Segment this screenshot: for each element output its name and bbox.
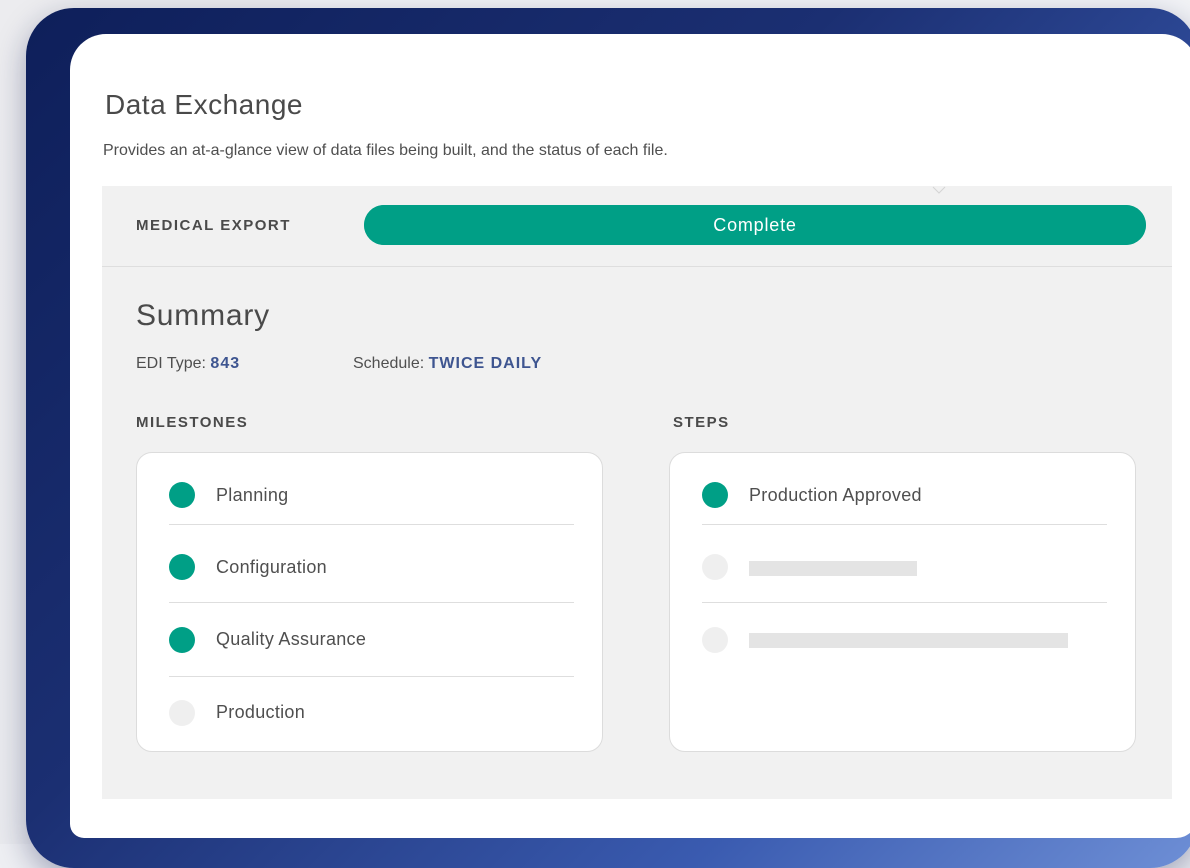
milestone-label: Production	[216, 702, 306, 722]
chevron-down-icon[interactable]	[932, 186, 946, 194]
status-label: Complete	[713, 215, 797, 235]
schedule: Schedule: TWICE DAILY	[353, 355, 542, 373]
edi-type: EDI Type: 843	[136, 355, 240, 373]
schedule-value: TWICE DAILY	[428, 355, 543, 372]
milestone-label: Configuration	[216, 557, 327, 577]
summary-title: Summary	[136, 299, 270, 332]
status-dot-icon	[169, 627, 195, 653]
milestone-item: Planning	[169, 453, 574, 525]
milestone-item: Configuration	[169, 531, 574, 603]
milestones-card: Planning Configuration Quality Assurance…	[136, 452, 603, 752]
status-dot-icon	[169, 482, 195, 508]
edi-type-label: EDI Type:	[136, 355, 206, 372]
device-frame: Data Exchange Provides an at-a-glance vi…	[26, 8, 1190, 868]
loading-placeholder	[749, 633, 1068, 648]
step-label: Production Approved	[749, 485, 922, 505]
step-item	[702, 605, 1107, 677]
milestone-label: Quality Assurance	[216, 629, 367, 649]
steps-heading: STEPS	[673, 414, 730, 431]
status-dot-icon	[702, 627, 728, 653]
schedule-label: Schedule:	[353, 355, 425, 372]
edi-type-value: 843	[210, 355, 241, 372]
step-item: Production Approved	[702, 453, 1107, 525]
export-label: MEDICAL EXPORT	[136, 217, 291, 234]
status-dot-icon	[169, 554, 195, 580]
status-progress-bar[interactable]: Complete	[364, 205, 1146, 245]
page-title: Data Exchange	[105, 89, 303, 120]
milestone-label: Planning	[216, 485, 289, 505]
loading-placeholder	[749, 561, 917, 576]
status-dot-icon	[702, 482, 728, 508]
steps-card: Production Approved	[669, 452, 1136, 752]
status-dot-icon	[169, 700, 195, 726]
export-header[interactable]: MEDICAL EXPORT Complete	[102, 186, 1172, 267]
page-description: Provides an at-a-glance view of data fil…	[103, 142, 668, 159]
milestones-heading: MILESTONES	[136, 414, 249, 431]
milestone-item: Production	[169, 679, 574, 751]
export-panel: MEDICAL EXPORT Complete Summary EDI Type…	[102, 186, 1172, 799]
status-dot-icon	[702, 554, 728, 580]
milestone-item: Quality Assurance	[169, 605, 574, 677]
step-item	[702, 531, 1107, 603]
screen: Data Exchange Provides an at-a-glance vi…	[70, 34, 1190, 838]
